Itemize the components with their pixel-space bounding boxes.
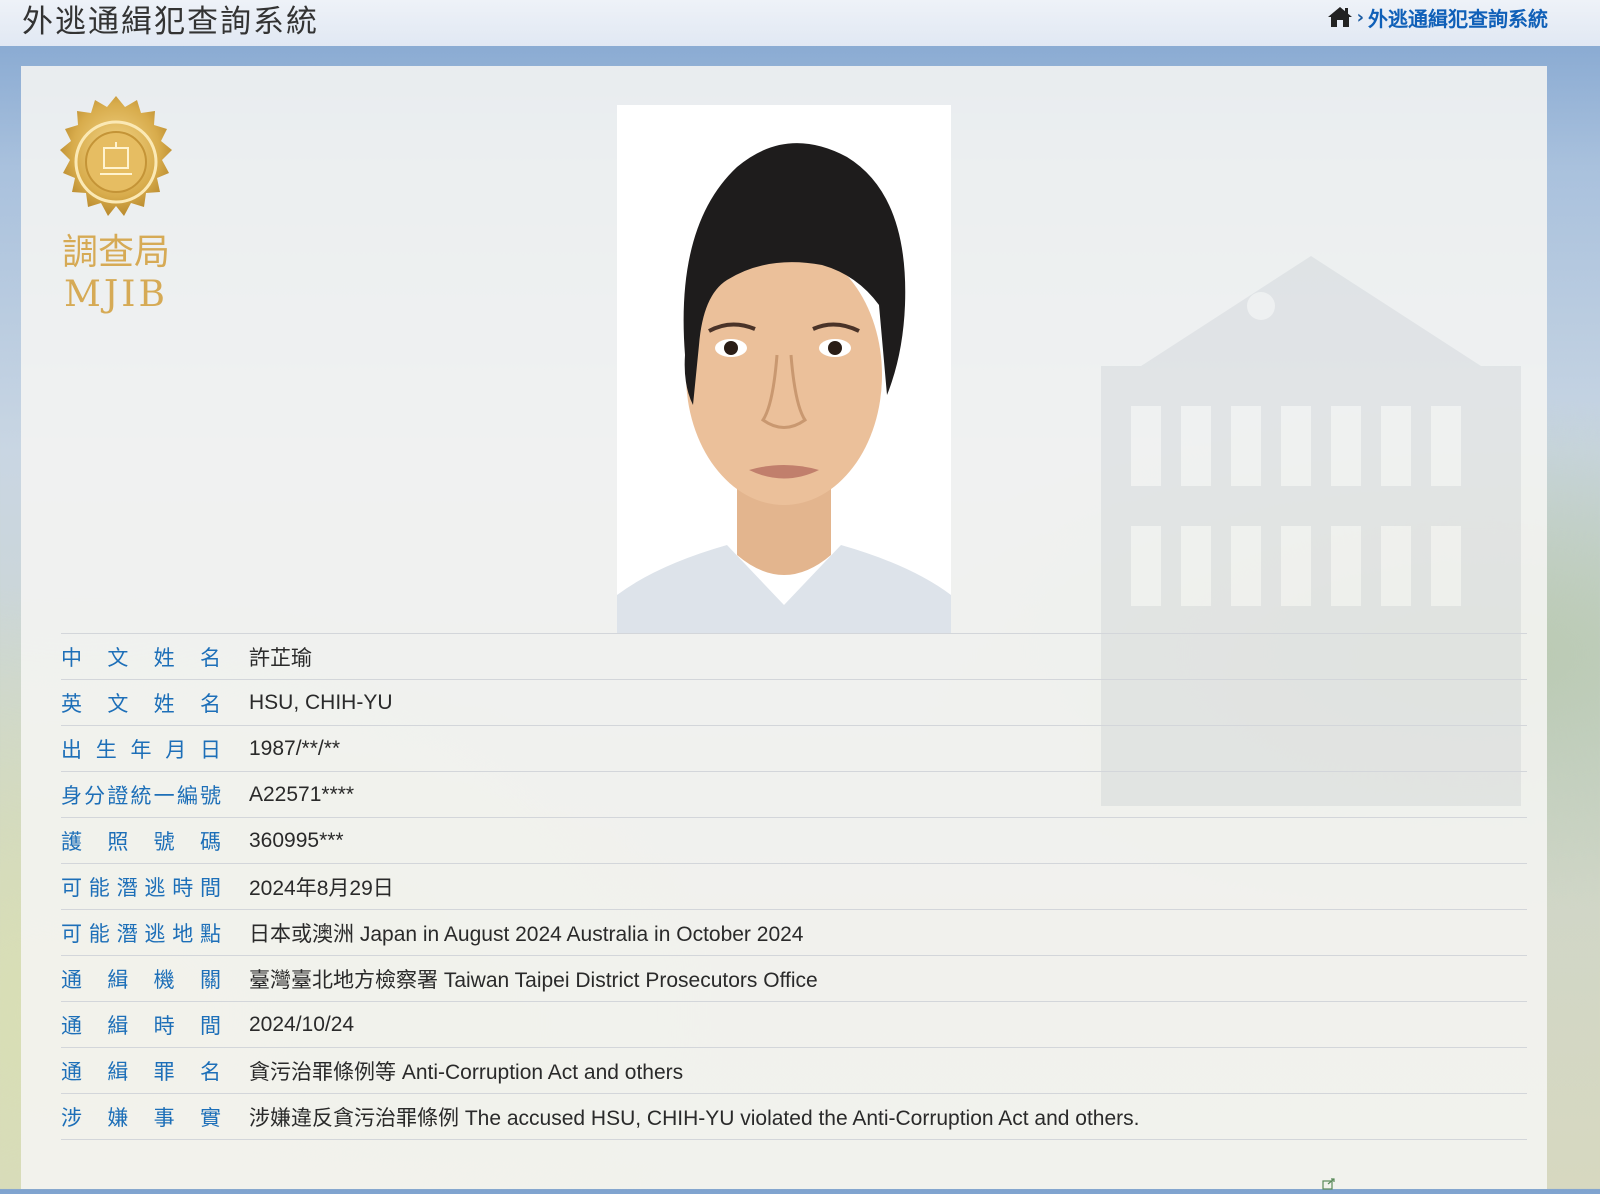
table-row: 出生年月日 1987/**/**	[61, 725, 1527, 772]
row-value: 日本或澳洲 Japan in August 2024 Australia in …	[249, 922, 804, 946]
breadcrumb-separator: ›	[1356, 6, 1364, 28]
emblem-chinese-text: 調查局	[62, 232, 170, 273]
table-row: 英文姓名 HSU, CHIH-YU	[61, 679, 1527, 726]
home-icon[interactable]	[1327, 6, 1353, 28]
row-value: A22571****	[249, 782, 355, 806]
row-value: 許芷瑜	[249, 646, 312, 670]
row-label: 英文姓名	[61, 691, 221, 716]
fugitive-photo	[617, 105, 951, 633]
table-row: 涉嫌事實 涉嫌違反貪污治罪條例 The accused HSU, CHIH-YU…	[61, 1093, 1527, 1140]
top-bar: 外逃通緝犯查詢系統 › 外逃通緝犯查詢系統	[0, 0, 1600, 46]
table-row: 身分證統一編號 A22571****	[61, 771, 1527, 818]
row-label: 護照號碼	[61, 829, 221, 854]
emblem-english-text: MJIB	[64, 274, 168, 314]
table-row: 通緝機關 臺灣臺北地方檢察署 Taiwan Taipei District Pr…	[61, 955, 1527, 1002]
table-row: 通緝時間 2024/10/24	[61, 1001, 1527, 1048]
row-value: 2024年8月29日	[249, 876, 394, 900]
table-row: 可能潛逃時間 2024年8月29日	[61, 863, 1527, 910]
row-value: HSU, CHIH-YU	[249, 690, 393, 714]
row-label: 中文姓名	[61, 645, 221, 670]
site-title: 外逃通緝犯查詢系統	[22, 4, 319, 40]
row-value: 貪污治罪條例等 Anti-Corruption Act and others	[249, 1060, 684, 1084]
mjib-emblem-logo: 調查局 MJIB	[49, 94, 183, 314]
row-value: 臺灣臺北地方檢察署 Taiwan Taipei District Prosecu…	[249, 968, 818, 992]
row-label: 可能潛逃地點	[61, 921, 221, 946]
fugitive-details-table: 中文姓名 許芷瑜 英文姓名 HSU, CHIH-YU 出生年月日 1987/**…	[61, 633, 1527, 1140]
row-label: 出生年月日	[61, 737, 221, 762]
breadcrumb: › 外逃通緝犯查詢系統	[1327, 3, 1548, 31]
row-label: 通緝機關	[61, 967, 221, 992]
row-label: 身分證統一編號	[61, 783, 221, 808]
row-label: 通緝時間	[61, 1013, 221, 1038]
row-value: 360995***	[249, 828, 344, 852]
breadcrumb-current-link[interactable]: 外逃通緝犯查詢系統	[1368, 3, 1548, 32]
row-value: 1987/**/**	[249, 736, 341, 760]
row-label: 涉嫌事實	[61, 1105, 221, 1130]
table-row: 通緝罪名 貪污治罪條例等 Anti-Corruption Act and oth…	[61, 1047, 1527, 1094]
row-label: 可能潛逃時間	[61, 875, 221, 900]
row-value: 2024/10/24	[249, 1012, 355, 1036]
table-row: 護照號碼 360995***	[61, 817, 1527, 864]
row-label: 通緝罪名	[61, 1059, 221, 1084]
row-value: 涉嫌違反貪污治罪條例 The accused HSU, CHIH-YU viol…	[249, 1106, 1140, 1130]
main-panel: 調查局 MJIB 中文姓名 許芷瑜 英文姓名 HSU, CHIH-YU 出生年月…	[21, 66, 1547, 1189]
table-row: 中文姓名 許芷瑜	[61, 633, 1527, 680]
external-link-icon[interactable]	[1322, 1175, 1336, 1194]
table-row: 可能潛逃地點 日本或澳洲 Japan in August 2024 Austra…	[61, 909, 1527, 956]
